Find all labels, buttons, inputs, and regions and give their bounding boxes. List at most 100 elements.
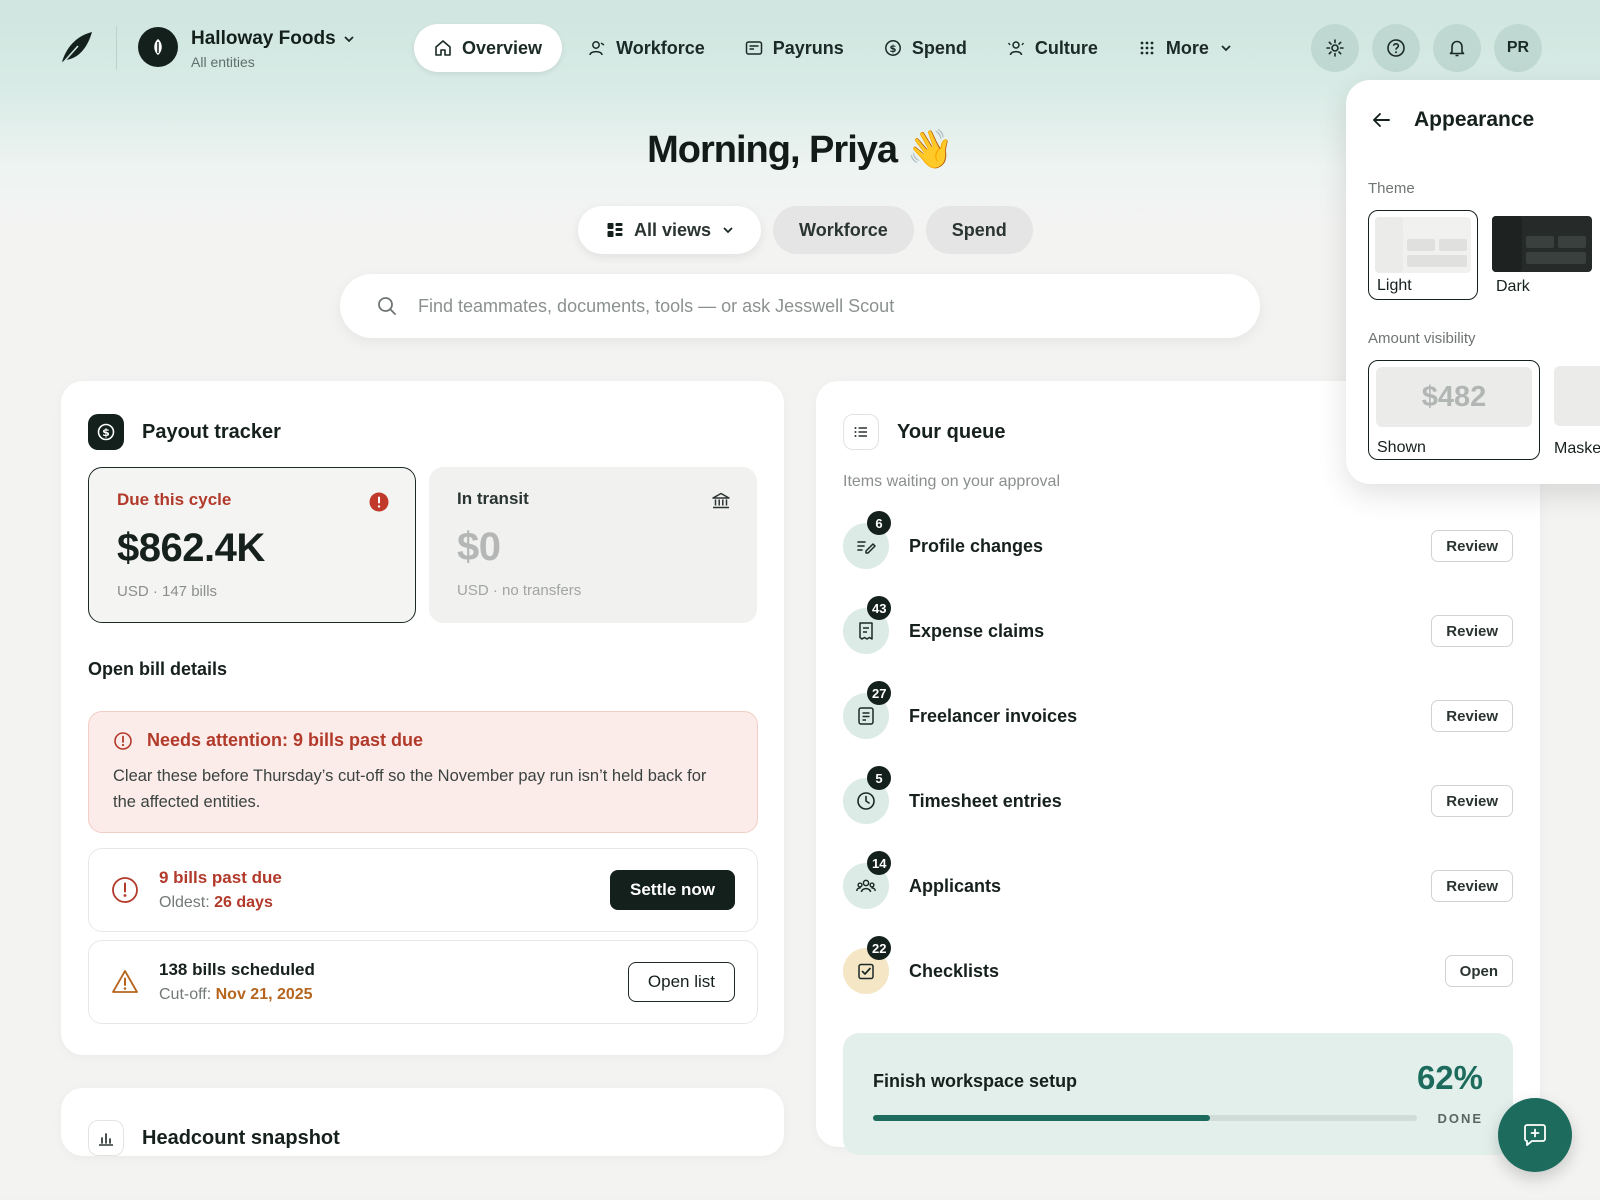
queue-item-label: Profile changes (909, 535, 1044, 556)
setup-percent: 62% (1416, 1059, 1483, 1096)
setup-progress-bar (873, 1115, 1417, 1121)
theme-option-dark[interactable]: Dark (1488, 210, 1598, 300)
queue-item-checklists[interactable]: 22 Checklists Open (843, 936, 1513, 1001)
help-button[interactable] (1372, 24, 1420, 72)
bank-icon (711, 491, 731, 511)
settle-now-button[interactable]: Settle now (609, 870, 735, 910)
setup-done-label: DONE (1437, 1111, 1483, 1126)
nav-culture[interactable]: Culture (987, 24, 1118, 72)
light-theme-preview (1375, 217, 1471, 273)
open-button[interactable]: Open (1444, 955, 1513, 987)
org-switcher[interactable]: Halloway Foods All entities (191, 28, 356, 70)
org-avatar-icon[interactable] (138, 27, 178, 67)
person-icon (589, 41, 605, 56)
visibility-option-masked[interactable]: Masked (1554, 360, 1600, 460)
svg-text:$: $ (889, 44, 896, 55)
warning-triangle-icon (112, 970, 138, 993)
card-title: Payout tracker (142, 420, 281, 443)
review-button[interactable]: Review (1431, 785, 1513, 817)
count-badge: 22 (867, 936, 892, 960)
open-list-button[interactable]: Open list (627, 962, 735, 1002)
queue-item-label: Timesheet entries (909, 790, 1062, 811)
masked-preview (1554, 366, 1600, 426)
nav-label: Payruns (772, 37, 844, 58)
back-arrow-icon[interactable] (1370, 109, 1392, 131)
all-views-dropdown[interactable]: All views (578, 206, 762, 254)
view-pill-spend[interactable]: Spend (925, 206, 1033, 254)
queue-subtitle: Items waiting on your approval (843, 473, 1060, 490)
scheduled-row: 138 bills scheduled Cut-off: Nov 21, 202… (88, 940, 758, 1024)
nav-label: More (1165, 37, 1209, 58)
user-avatar[interactable]: PR (1494, 24, 1542, 72)
org-scope: All entities (191, 54, 255, 70)
view-pill-workforce[interactable]: Workforce (773, 206, 914, 254)
nav-label: Spend (911, 37, 967, 58)
wave-emoji: 👋 (906, 129, 954, 171)
queue-item-freelancer-invoices[interactable]: 27 Freelancer invoices Review (843, 681, 1513, 746)
nav-more[interactable]: More (1118, 24, 1253, 72)
count-badge: 43 (867, 596, 892, 620)
tile-amount: $862.4K (117, 526, 265, 570)
in-transit-tile[interactable]: In transit $0 USD · no transfers (429, 467, 757, 623)
row-title: 138 bills scheduled (159, 960, 315, 979)
count-badge: 27 (867, 681, 892, 705)
help-circle-icon (1387, 39, 1405, 57)
nav-spend[interactable]: $ Spend (864, 24, 987, 72)
row-meta-value: Nov 21, 2025 (215, 986, 313, 1003)
bar-chart-icon (88, 1120, 124, 1156)
brand-leaf-logo[interactable] (58, 28, 94, 68)
queue-item-applicants[interactable]: 14 Applicants Review (843, 851, 1513, 916)
search-icon (378, 297, 396, 315)
alert-badge-icon (369, 492, 389, 512)
queue-item-timesheet-entries[interactable]: 5 Timesheet entries Review (843, 766, 1513, 831)
count-badge: 14 (867, 851, 892, 875)
tile-sub: USD · 147 bills (117, 583, 218, 600)
alert-circle-icon (114, 731, 132, 750)
past-due-row: 9 bills past due Oldest: 26 days Settle … (88, 848, 758, 932)
nav-payruns[interactable]: Payruns (725, 24, 864, 72)
list-icon (843, 414, 879, 450)
review-button[interactable]: Review (1431, 530, 1513, 562)
dark-theme-preview (1492, 216, 1592, 272)
review-button[interactable]: Review (1431, 615, 1513, 647)
chevron-down-icon (1221, 45, 1231, 52)
home-icon (435, 40, 451, 56)
panel-title: Appearance (1414, 108, 1535, 131)
queue-item-label: Checklists (909, 960, 1000, 981)
visibility-option-shown[interactable]: $482 Shown (1368, 360, 1540, 460)
bell-icon (1449, 40, 1465, 57)
count-badge: 6 (867, 511, 891, 535)
tile-amount: $0 (457, 525, 501, 569)
receipt-icon: 43 (843, 596, 892, 654)
nav-label: Culture (1034, 37, 1098, 58)
settings-button[interactable] (1311, 24, 1359, 72)
alert-title: Needs attention: 9 bills past due (147, 730, 424, 750)
notifications-button[interactable] (1433, 24, 1481, 72)
workspace-setup-banner[interactable]: Finish workspace setup 62% DONE (843, 1033, 1513, 1155)
visibility-option-label: Masked (1554, 440, 1600, 457)
review-button[interactable]: Review (1431, 700, 1513, 732)
view-switcher: All views Workforce Spend (578, 206, 1033, 254)
theme-label: Theme (1368, 180, 1415, 197)
search-input[interactable] (418, 295, 1198, 317)
queue-item-expense-claims[interactable]: 43 Expense claims Review (843, 596, 1513, 661)
greeting-text: Morning, Priya (647, 129, 898, 171)
headcount-snapshot-card: Headcount snapshot (61, 1088, 784, 1156)
tile-label: Due this cycle (117, 490, 232, 509)
nav-workforce[interactable]: Workforce (568, 24, 725, 72)
applicants-icon: 14 (843, 851, 892, 909)
queue-item-profile-changes[interactable]: 6 Profile changes Review (843, 511, 1513, 576)
chat-assistant-button[interactable] (1498, 1098, 1572, 1172)
edit-lines-icon: 6 (843, 511, 891, 569)
main-nav: Overview Workforce Payruns $ Spend Cultu… (414, 24, 1253, 72)
nav-overview[interactable]: Overview (414, 24, 563, 72)
svg-text:$: $ (102, 426, 110, 439)
due-this-cycle-tile[interactable]: Due this cycle $862.4K USD · 147 bills (88, 467, 416, 623)
review-button[interactable]: Review (1431, 870, 1513, 902)
payout-tracker-card: $ Payout tracker Due this cycle $862.4K … (61, 381, 784, 1055)
row-meta-label: Oldest: (159, 894, 210, 911)
theme-option-light[interactable]: Light (1368, 210, 1478, 300)
clock-icon: 5 (843, 766, 891, 824)
setup-progress-fill (873, 1115, 1211, 1121)
global-search[interactable] (340, 274, 1260, 338)
